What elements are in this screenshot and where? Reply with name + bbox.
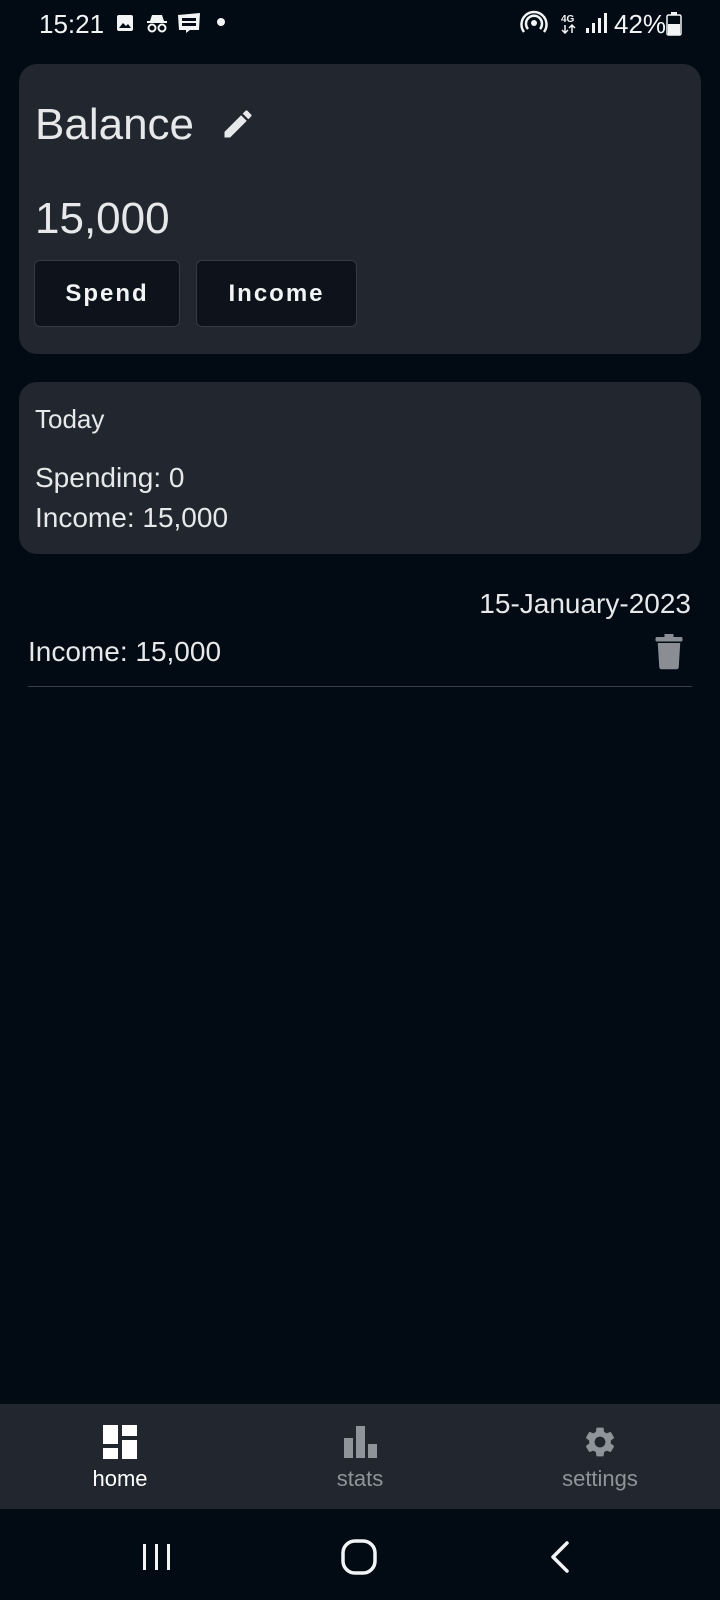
- today-title: Today: [35, 404, 105, 434]
- balance-amount: 15,000: [35, 194, 170, 243]
- status-time: 15:21: [39, 9, 105, 39]
- nav-settings[interactable]: settings: [480, 1404, 720, 1509]
- income-button[interactable]: Income: [196, 260, 357, 327]
- edit-balance-icon[interactable]: [220, 106, 256, 142]
- status-bar: 15:21 4G 42%: [0, 0, 720, 48]
- today-summary-card: Today Spending: 0 Income: 15,000: [19, 382, 701, 554]
- nav-stats-label: stats: [336, 1466, 384, 1491]
- hotspot-icon: [520, 10, 548, 33]
- back-icon[interactable]: [541, 1537, 581, 1577]
- battery-icon: [666, 12, 682, 36]
- nav-stats[interactable]: stats: [240, 1404, 480, 1509]
- system-navigation-bar: [0, 1509, 720, 1600]
- image-icon: [117, 15, 133, 31]
- recent-apps-icon[interactable]: [137, 1537, 177, 1577]
- transaction-row[interactable]: Income: 15,000: [28, 628, 692, 688]
- transaction-text: Income: 15,000: [28, 636, 222, 667]
- incognito-icon: [147, 15, 167, 33]
- svg-text:4G: 4G: [561, 14, 575, 25]
- balance-card: Balance 15,000 Spend Income: [19, 64, 701, 354]
- bar-chart-icon: [344, 1426, 377, 1458]
- dot-icon: [217, 18, 225, 26]
- 4g-icon: 4G: [561, 14, 576, 34]
- battery-percent: 42%: [614, 9, 667, 39]
- signal-icon: [586, 13, 607, 33]
- app-screen: 15:21 4G 42% Balance 15,000 Spend Income…: [0, 0, 720, 1600]
- nav-home[interactable]: home: [0, 1404, 240, 1509]
- today-income: Income: 15,000: [35, 502, 229, 533]
- spend-button[interactable]: Spend: [34, 260, 180, 327]
- webtoon-icon: [178, 13, 200, 33]
- gear-icon: [585, 1427, 615, 1457]
- delete-icon[interactable]: [654, 634, 684, 670]
- nav-settings-label: settings: [562, 1466, 638, 1491]
- transaction-divider: [28, 686, 692, 687]
- transaction-date-header: 15-January-2023: [479, 588, 691, 619]
- nav-home-label: home: [92, 1466, 148, 1491]
- today-spending: Spending: 0: [35, 462, 185, 493]
- dashboard-icon: [103, 1425, 137, 1459]
- home-icon[interactable]: [339, 1537, 379, 1577]
- balance-title: Balance: [35, 100, 195, 149]
- bottom-navigation: home stats settings: [0, 1404, 720, 1509]
